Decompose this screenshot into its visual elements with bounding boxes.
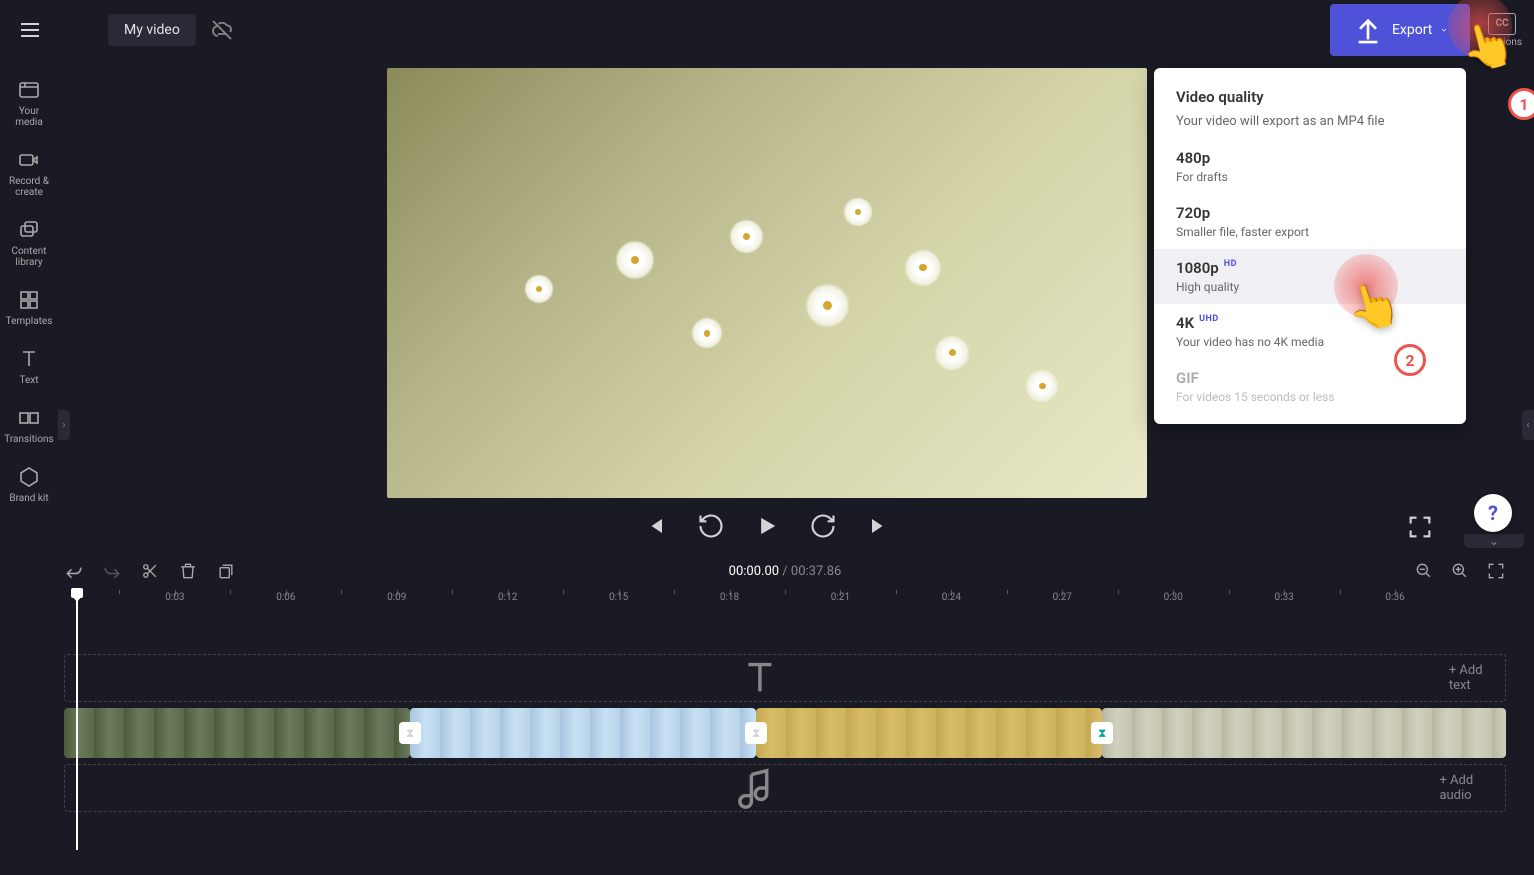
sidebar: Your media Record & create Content libra… xyxy=(0,70,58,504)
play-button[interactable] xyxy=(753,512,781,540)
ruler-label: 0:03 xyxy=(165,592,184,603)
ruler-label: 0:21 xyxy=(831,592,850,603)
export-quality-popup: Video quality Your video will export as … xyxy=(1154,68,1466,424)
rewind-button[interactable] xyxy=(697,512,725,540)
uhd-badge: UHD xyxy=(1199,314,1219,324)
add-text-label: + Add text xyxy=(1449,663,1505,693)
transitions-icon xyxy=(17,406,41,430)
duplicate-button[interactable] xyxy=(216,561,236,581)
quality-option-4k[interactable]: 4KUHD Your video has no 4K media xyxy=(1154,304,1466,359)
sidebar-label: Your media xyxy=(4,106,54,128)
text-track[interactable]: + Add text xyxy=(64,654,1506,702)
fit-timeline-button[interactable] xyxy=(1486,561,1506,581)
sidebar-item-content-library[interactable]: Content library xyxy=(4,218,54,268)
ruler-label: 0:12 xyxy=(498,592,517,603)
templates-icon xyxy=(17,288,41,312)
add-audio-label: + Add audio xyxy=(1439,773,1505,803)
text-icon xyxy=(79,655,1441,701)
ruler-label: 0:06 xyxy=(276,592,295,603)
ruler-label: 0:24 xyxy=(942,592,961,603)
ruler-label: 0:15 xyxy=(609,592,628,603)
cloud-off-icon[interactable] xyxy=(210,18,234,42)
skip-end-button[interactable] xyxy=(865,512,893,540)
sidebar-label: Templates xyxy=(6,316,53,327)
help-button[interactable]: ? xyxy=(1474,494,1512,532)
zoom-out-button[interactable] xyxy=(1414,561,1434,581)
sidebar-item-templates[interactable]: Templates xyxy=(4,288,54,327)
sidebar-item-your-media[interactable]: Your media xyxy=(4,78,54,128)
ruler-label: 0:30 xyxy=(1164,592,1183,603)
sidebar-label: Text xyxy=(19,375,38,386)
video-preview[interactable] xyxy=(387,68,1147,498)
export-button[interactable]: Export xyxy=(1330,4,1470,56)
captions-label: Captions xyxy=(1482,37,1522,48)
sidebar-label: Record & create xyxy=(4,176,54,198)
ruler-label: 0:27 xyxy=(1053,592,1072,603)
clip-2[interactable] xyxy=(410,708,756,758)
sidebar-item-transitions[interactable]: Transitions xyxy=(4,406,54,445)
playhead[interactable] xyxy=(76,590,78,850)
popup-title: Video quality xyxy=(1154,88,1466,106)
clip-4[interactable] xyxy=(1102,708,1506,758)
library-icon xyxy=(17,218,41,242)
chevron-down-icon xyxy=(1440,26,1448,34)
hamburger-menu-icon[interactable] xyxy=(12,12,48,48)
ruler-label: 0:09 xyxy=(387,592,406,603)
sidebar-item-brand-kit[interactable]: Brand kit xyxy=(4,465,54,504)
timeline-time: 00:00.00 / 00:37.86 xyxy=(729,564,842,579)
project-name-field[interactable]: My video xyxy=(108,14,196,46)
playback-controls xyxy=(641,512,893,540)
ruler-label: 0:36 xyxy=(1385,592,1404,603)
transition-icon[interactable]: ⧗ xyxy=(399,722,421,744)
transition-icon[interactable]: ⧗ xyxy=(1091,722,1113,744)
popup-subtitle: Your video will export as an MP4 file xyxy=(1154,114,1466,139)
quality-option-720p[interactable]: 720p Smaller file, faster export xyxy=(1154,194,1466,249)
upload-icon xyxy=(1352,14,1384,46)
video-track[interactable]: ⧗ ⧗ ⧗ xyxy=(64,708,1506,758)
delete-button[interactable] xyxy=(178,561,198,581)
media-icon xyxy=(17,78,41,102)
captions-button[interactable]: CC Captions xyxy=(1482,13,1522,48)
timeline-toolbar: 00:00.00 / 00:37.86 xyxy=(64,554,1506,588)
sidebar-item-record-create[interactable]: Record & create xyxy=(4,148,54,198)
cc-icon: CC xyxy=(1488,13,1516,35)
split-button[interactable] xyxy=(140,561,160,581)
quality-option-1080p[interactable]: 1080pHD High quality xyxy=(1154,249,1466,304)
brand-kit-icon xyxy=(17,465,41,489)
ruler-label: 0:18 xyxy=(720,592,739,603)
clip-1[interactable] xyxy=(64,708,410,758)
top-bar: My video Export CC Captions xyxy=(0,0,1534,60)
quality-option-gif: GIF For videos 15 seconds or less xyxy=(1154,359,1466,414)
expand-panel-right[interactable]: ‹ xyxy=(1522,410,1534,440)
ruler-label: 0:33 xyxy=(1274,592,1293,603)
zoom-in-button[interactable] xyxy=(1450,561,1470,581)
sidebar-label: Transitions xyxy=(4,434,53,445)
redo-button[interactable] xyxy=(102,561,122,581)
transition-icon[interactable]: ⧗ xyxy=(745,722,767,744)
expand-panel-left[interactable]: › xyxy=(58,410,70,440)
quality-option-480p[interactable]: 480p For drafts xyxy=(1154,139,1466,194)
sidebar-label: Brand kit xyxy=(9,493,48,504)
audio-icon xyxy=(79,765,1431,811)
sidebar-item-text[interactable]: Text xyxy=(4,347,54,386)
timeline-tracks: + Add text ⧗ ⧗ ⧗ + Add audio xyxy=(64,618,1506,816)
skip-start-button[interactable] xyxy=(641,512,669,540)
text-icon xyxy=(17,347,41,371)
export-button-label: Export xyxy=(1392,22,1432,38)
hd-badge: HD xyxy=(1224,259,1237,269)
record-icon xyxy=(17,148,41,172)
forward-button[interactable] xyxy=(809,512,837,540)
audio-track[interactable]: + Add audio xyxy=(64,764,1506,812)
clip-3[interactable] xyxy=(756,708,1102,758)
undo-button[interactable] xyxy=(64,561,84,581)
timeline-ruler[interactable]: 0:03 0:06 0:09 0:12 0:15 0:18 0:21 0:24 0:27 0:30… xyxy=(64,590,1506,612)
sidebar-label: Content library xyxy=(4,246,54,268)
fullscreen-button[interactable] xyxy=(1406,513,1434,541)
collapse-chevron-icon[interactable]: ⌄ xyxy=(1464,534,1524,548)
